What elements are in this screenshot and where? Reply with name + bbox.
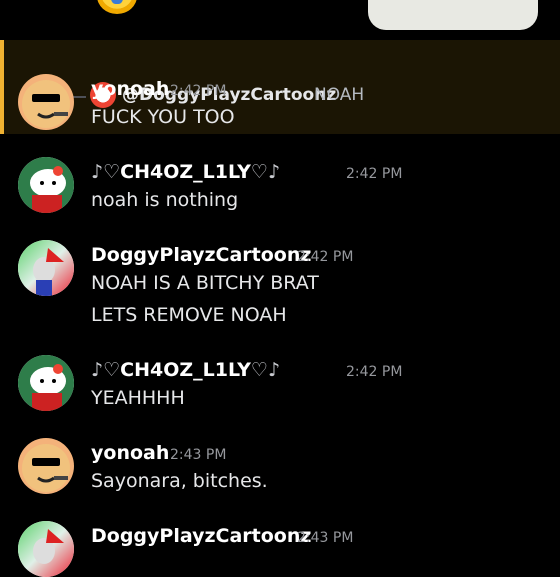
message-text: LETS REMOVE NOAH <box>91 304 287 326</box>
message-timestamp: 2:42 PM <box>346 364 403 380</box>
emoji-reaction-icon <box>97 0 137 14</box>
message-text: FUCK YOU TOO <box>91 106 235 128</box>
message-author[interactable]: yonoah <box>91 442 169 464</box>
message-author[interactable]: ♪♡CH4OZ_L1LY♡♪ <box>91 161 280 183</box>
message-timestamp: 2:42 PM <box>346 166 403 182</box>
message-author[interactable]: DoggyPlayzCartoonz <box>91 244 311 266</box>
mention-highlight-bar <box>0 40 4 134</box>
avatar[interactable] <box>18 438 74 494</box>
hello-kitty-icon <box>18 157 74 213</box>
message-timestamp: 2:43 PM <box>170 447 227 463</box>
avatar[interactable] <box>18 240 74 296</box>
message-text: NOAH IS A BITCHY BRAT <box>91 272 319 294</box>
sunglasses-face-icon <box>22 80 70 128</box>
avatar[interactable] <box>18 521 74 577</box>
hello-kitty-icon <box>18 355 74 411</box>
message-timestamp: 2:42 PM <box>170 83 227 99</box>
avatar[interactable] <box>18 157 74 213</box>
christmas-character-icon <box>18 521 74 577</box>
sunglasses-face-icon <box>22 444 70 492</box>
message-timestamp: 2:42 PM <box>297 249 354 265</box>
message-timestamp: 2:43 PM <box>297 530 354 546</box>
christmas-character-icon <box>18 240 74 296</box>
message-author[interactable]: yonoah <box>91 78 169 100</box>
message-text: noah is nothing <box>91 189 239 211</box>
message-text: Sayonara, bitches. <box>91 470 268 492</box>
reply-preview-text[interactable]: NOAH <box>314 85 364 105</box>
previous-message-bubble <box>368 0 538 30</box>
message-author[interactable]: ♪♡CH4OZ_L1LY♡♪ <box>91 359 280 381</box>
message-highlighted[interactable]: @DoggyPlayzCartoonz NOAH <box>0 40 560 134</box>
message-author[interactable]: DoggyPlayzCartoonz <box>91 525 311 547</box>
message-text: YEAHHHH <box>91 387 185 409</box>
avatar[interactable] <box>18 74 74 130</box>
avatar[interactable] <box>18 355 74 411</box>
